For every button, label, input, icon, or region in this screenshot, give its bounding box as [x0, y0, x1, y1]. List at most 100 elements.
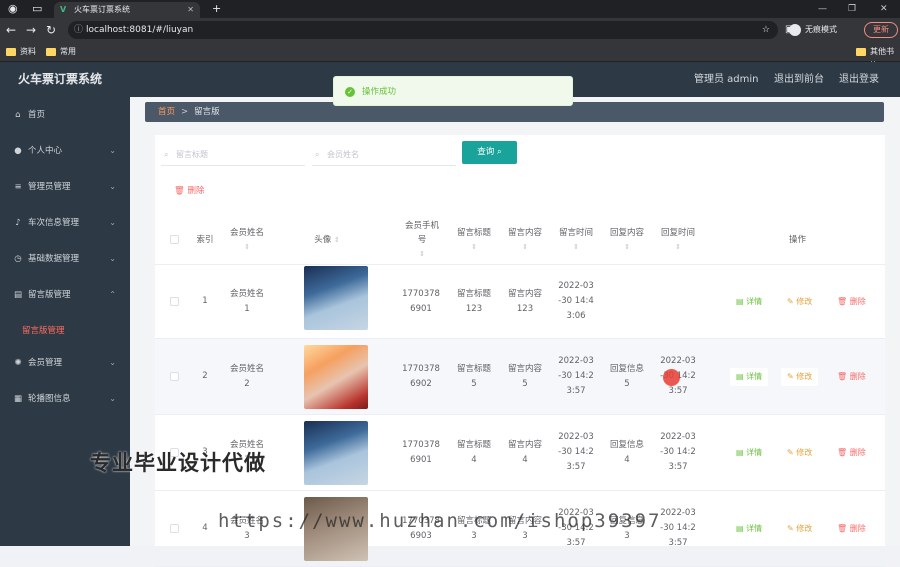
member-name-search-input[interactable]: ⌕ 会员姓名 — [312, 144, 456, 166]
back-to-front-link[interactable]: 退出到前台 — [774, 62, 824, 97]
sidebar-subitem-message-manage[interactable]: 留言版管理 — [0, 317, 130, 345]
sidebar-item-basedata[interactable]: ◷ 基础数据管理 ⌄ — [0, 241, 130, 277]
table-row: 2 会员姓名 2 1770378 6902 留言标题 5 留言内容 5 2022… — [155, 339, 885, 415]
detail-button[interactable]: ▤ 详情 — [730, 444, 768, 462]
close-tab-icon[interactable]: ✕ — [187, 2, 194, 18]
header-index: 索引 — [196, 235, 214, 245]
sidebar-item-messages[interactable]: ▤ 留言版管理 ⌃ — [0, 277, 130, 313]
sort-icon[interactable]: ⇕ — [624, 240, 630, 254]
sidebar-item-profile[interactable]: ● 个人中心 ⌄ — [0, 133, 130, 169]
delete-button[interactable]: 🗑 删除 — [831, 293, 872, 311]
maximize-icon[interactable]: ❐ — [848, 2, 856, 16]
tab-title: 火车票订票系统 — [74, 5, 130, 14]
input-placeholder: 会员姓名 — [327, 150, 359, 159]
reload-icon[interactable]: ↻ — [46, 22, 56, 38]
header-reply[interactable]: 回复内容 ⇕ — [602, 215, 652, 265]
chevron-down-icon: ⌄ — [109, 254, 116, 263]
sidebar-item-admins[interactable]: ≡ 管理员管理 ⌄ — [0, 169, 130, 205]
settings-icon: ✺ — [14, 358, 22, 368]
header-phone[interactable]: 会员手机 号 ⇕ — [398, 215, 446, 265]
row-checkbox[interactable] — [170, 524, 179, 533]
bookmark-folder[interactable]: 资料 — [6, 45, 36, 59]
bookmark-folder[interactable]: 常用 — [46, 45, 76, 59]
chevron-down-icon: ⌄ — [109, 146, 116, 155]
bookmark-label: 常用 — [60, 47, 76, 56]
header-avatar[interactable]: 头像 ⇕ — [295, 215, 359, 265]
delete-label: 删除 — [187, 186, 205, 196]
sidebar-item-label: 留言版管理 — [28, 290, 71, 300]
tab-list-icon[interactable]: ▭ — [32, 2, 42, 16]
avatar — [304, 345, 368, 409]
sort-icon[interactable]: ⇕ — [419, 247, 425, 261]
detail-button[interactable]: ▤ 详情 — [730, 368, 769, 386]
sidebar-item-label: 基础数据管理 — [28, 254, 80, 264]
sort-icon[interactable]: ⇕ — [471, 240, 477, 254]
clock-icon: ◷ — [14, 254, 22, 264]
browser-toolbar: ← → ↻ ⓘ localhost:8081/#/liuyan ☆ ▣ — [0, 18, 900, 42]
cell-member-name: 会员姓名 2 — [229, 363, 264, 389]
sort-icon[interactable]: ⇕ — [334, 233, 340, 247]
vue-icon: V — [60, 5, 67, 14]
breadcrumb-home[interactable]: 首页 — [158, 107, 175, 117]
cell-phone: 1770378 6902 — [402, 363, 440, 389]
close-window-icon[interactable]: ✕ — [880, 2, 888, 16]
avatar — [304, 421, 368, 485]
toast-message: 操作成功 — [362, 87, 397, 97]
update-button[interactable]: 更新 — [864, 22, 898, 38]
header-content[interactable]: 留言内容 ⇕ — [500, 215, 550, 265]
delete-button[interactable]: 🗑 删除 — [831, 368, 872, 386]
bulk-delete-button[interactable]: 🗑 删除 — [174, 184, 205, 198]
logout-link[interactable]: 退出登录 — [839, 62, 879, 97]
edit-button[interactable]: ✎ 修改 — [781, 520, 818, 538]
message-title-search-input[interactable]: ⌕ 留言标题 — [161, 144, 305, 166]
back-icon[interactable]: ← — [6, 22, 16, 38]
sidebar-item-label: 个人中心 — [28, 146, 63, 156]
table-header: 索引 会员姓名 ⇕ 头像 ⇕ 会员手机 号 ⇕ 留言标题 ⇕ 留言内容 ⇕ 留言时间 ⇕ … — [155, 215, 885, 265]
browser-menu-icon[interactable]: ◉ — [8, 2, 18, 16]
table-row: 1 会员姓名 1 1770378 6901 留言标题 123 留言内容 123 … — [155, 265, 885, 339]
header-title[interactable]: 留言标题 ⇕ — [449, 215, 499, 265]
search-icon: ⌕ — [496, 147, 502, 157]
sort-icon[interactable]: ⇕ — [244, 240, 250, 254]
forward-icon[interactable]: → — [26, 22, 36, 38]
edit-button[interactable]: ✎ 修改 — [781, 293, 818, 311]
select-all-checkbox[interactable] — [170, 235, 179, 244]
sidebar-item-trains[interactable]: ♪ 车次信息管理 ⌄ — [0, 205, 130, 241]
header-time[interactable]: 留言时间 ⇕ — [551, 215, 601, 265]
cell-content: 留言内容 5 — [507, 363, 542, 389]
incognito-indicator[interactable]: 无痕模式 — [789, 22, 837, 38]
site-info-icon[interactable]: ⓘ — [74, 21, 83, 39]
avatar — [304, 266, 368, 330]
minimize-icon[interactable]: — — [818, 2, 827, 16]
address-bar[interactable]: ⓘ localhost:8081/#/liuyan ☆ — [68, 21, 778, 39]
url-text: localhost:8081/#/liuyan — [86, 25, 194, 35]
trash-icon: 🗑 — [174, 186, 185, 196]
sidebar-item-home[interactable]: ⌂ 首页 — [0, 97, 130, 133]
edit-button[interactable]: ✎ 修改 — [781, 368, 819, 386]
bookmark-star-icon[interactable]: ☆ — [762, 21, 770, 39]
bookmarks-bar: 资料 常用 其他书签 — [0, 42, 900, 70]
main-content: 首页 > 留言版 ⌕ 留言标题 ⌕ 会员姓名 查询 ⌕ 🗑 删除 索引 会员姓名 ⇕ … — [130, 97, 900, 567]
delete-button[interactable]: 🗑 删除 — [831, 520, 872, 538]
browser-tab[interactable]: V 火车票订票系统 ✕ — [54, 2, 200, 18]
sidebar-item-label: 会员管理 — [28, 358, 63, 368]
chevron-down-icon: ⌄ — [109, 358, 116, 367]
chevron-down-icon: ⌄ — [109, 218, 116, 227]
header-reply-time[interactable]: 回复时间 ⇕ — [653, 215, 703, 265]
delete-button[interactable]: 🗑 删除 — [831, 444, 872, 462]
query-button[interactable]: 查询 ⌕ — [462, 141, 517, 164]
sort-icon[interactable]: ⇕ — [522, 240, 528, 254]
sidebar-item-members[interactable]: ✺ 会员管理 ⌄ — [0, 345, 130, 381]
edit-button[interactable]: ✎ 修改 — [781, 444, 818, 462]
row-checkbox[interactable] — [170, 297, 179, 306]
new-tab-button[interactable]: + — [212, 2, 221, 16]
sort-icon[interactable]: ⇕ — [573, 240, 579, 254]
sidebar-item-label: 管理员管理 — [28, 182, 71, 192]
input-placeholder: 留言标题 — [176, 150, 208, 159]
sort-icon[interactable]: ⇕ — [675, 240, 681, 254]
header-member-name[interactable]: 会员姓名 ⇕ — [223, 215, 271, 265]
detail-button[interactable]: ▤ 详情 — [730, 293, 768, 311]
sidebar-item-carousel[interactable]: ▦ 轮播图信息 ⌄ — [0, 381, 130, 417]
detail-button[interactable]: ▤ 详情 — [730, 520, 768, 538]
row-checkbox[interactable] — [170, 372, 179, 381]
